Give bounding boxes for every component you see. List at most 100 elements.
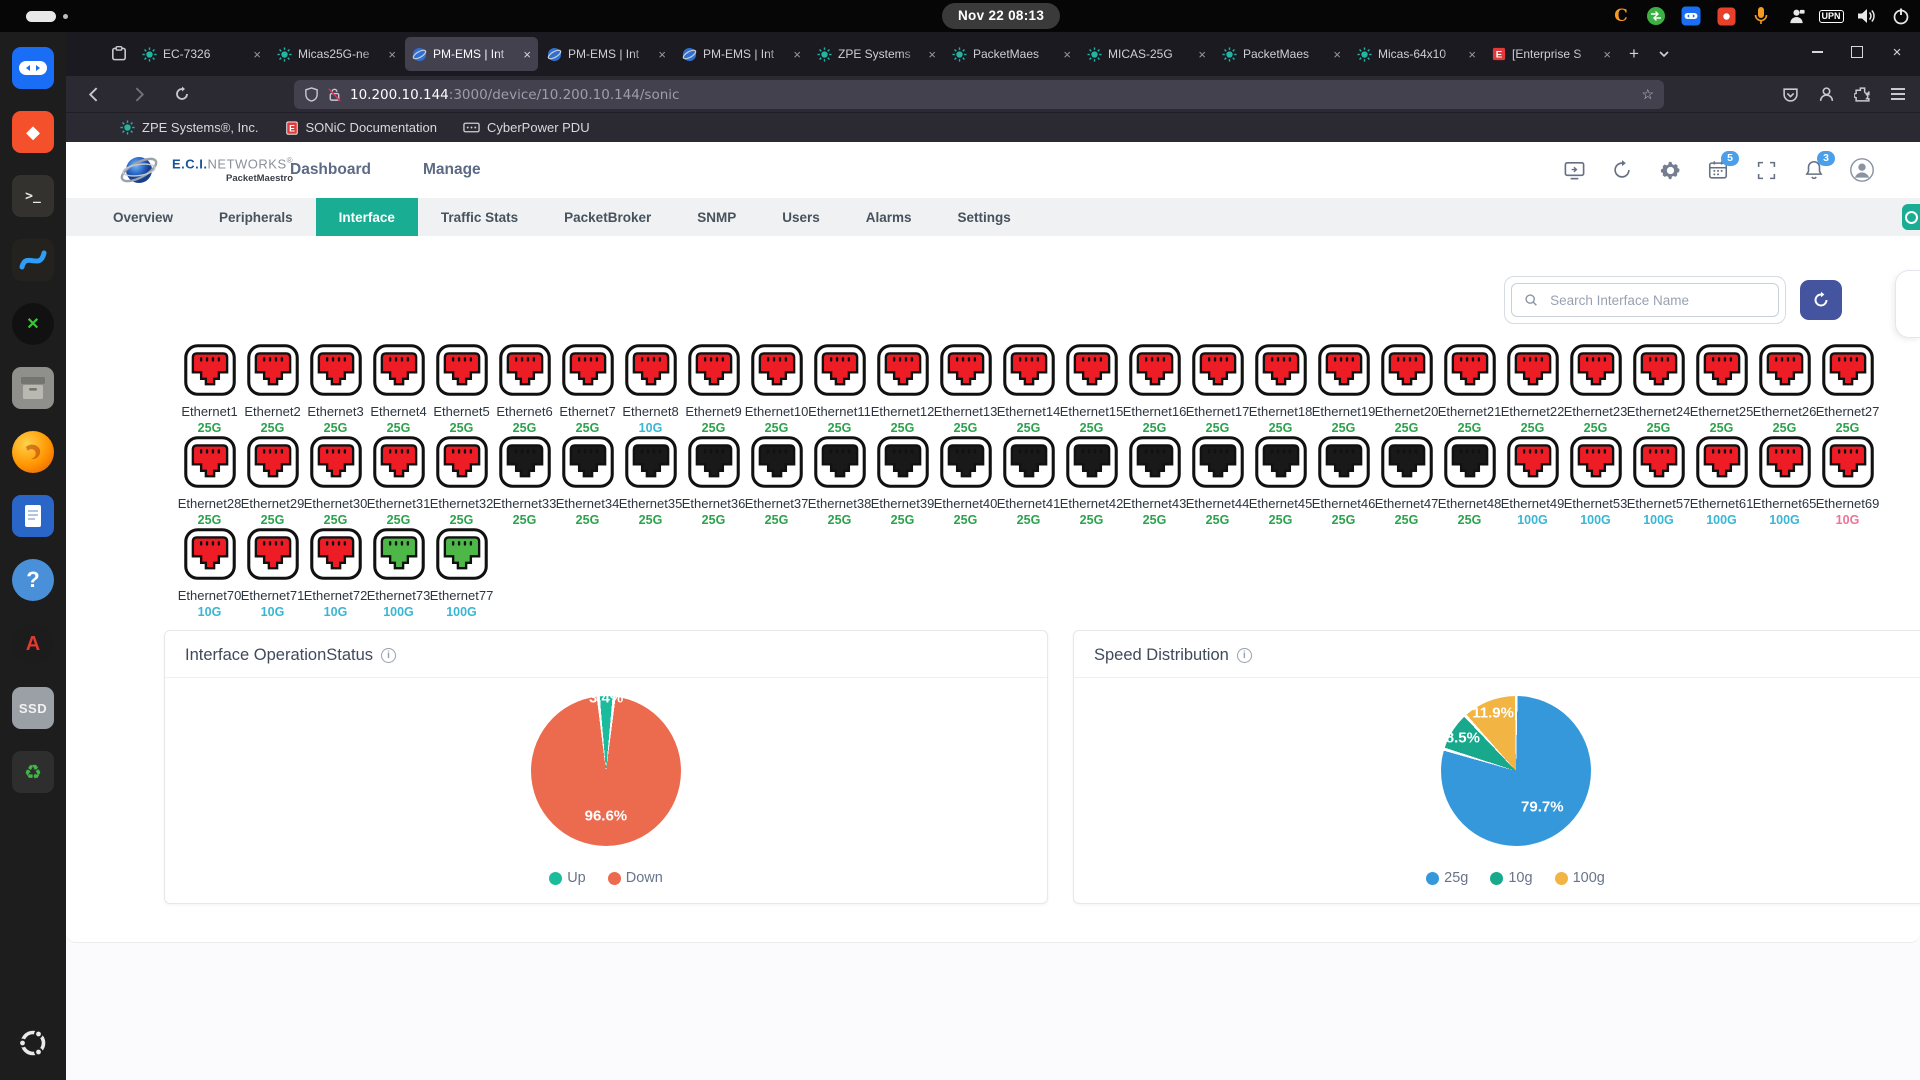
dock-item-writer[interactable]	[10, 493, 56, 539]
dock-item-ubuntu[interactable]	[10, 1020, 56, 1066]
port-ethernet14[interactable]: Ethernet1425G	[997, 344, 1060, 435]
port-ethernet10[interactable]: Ethernet1025G	[745, 344, 808, 435]
bookmark-item[interactable]: ESONiC Documentation	[285, 120, 438, 135]
port-ethernet1[interactable]: Ethernet125G	[178, 344, 241, 435]
port-ethernet32[interactable]: Ethernet3225G	[430, 436, 493, 527]
port-ethernet7[interactable]: Ethernet725G	[556, 344, 619, 435]
port-ethernet43[interactable]: Ethernet4325G	[1123, 436, 1186, 527]
port-ethernet22[interactable]: Ethernet2225G	[1501, 344, 1564, 435]
port-ethernet73[interactable]: Ethernet73100G	[367, 528, 430, 619]
legend-item-10g[interactable]: 10g	[1490, 870, 1532, 886]
port-ethernet48[interactable]: Ethernet4825G	[1438, 436, 1501, 527]
gear-icon[interactable]	[1658, 158, 1682, 182]
tab-overview[interactable]: Overview	[90, 198, 196, 236]
port-ethernet39[interactable]: Ethernet3925G	[871, 436, 934, 527]
port-ethernet37[interactable]: Ethernet3725G	[745, 436, 808, 527]
port-ethernet38[interactable]: Ethernet3825G	[808, 436, 871, 527]
account-icon[interactable]	[1812, 80, 1840, 108]
back-icon[interactable]	[80, 80, 108, 108]
tab-users[interactable]: Users	[759, 198, 843, 236]
dock-item-help[interactable]: ?	[10, 557, 56, 603]
port-ethernet8[interactable]: Ethernet810G	[619, 344, 682, 435]
tab-close-icon[interactable]: ×	[1333, 48, 1341, 61]
system-clock[interactable]: Nov 22 08:13	[942, 3, 1060, 29]
minimize-button[interactable]	[1804, 39, 1830, 65]
port-ethernet30[interactable]: Ethernet3025G	[304, 436, 367, 527]
color-c-tray-icon[interactable]: C	[1610, 5, 1632, 27]
dock-item-installer-orange[interactable]: ◆	[10, 109, 56, 155]
legend-item-up[interactable]: Up	[549, 870, 586, 886]
dock-item-teamviewer[interactable]	[10, 45, 56, 91]
avatar-icon[interactable]	[1850, 158, 1874, 182]
tab-close-icon[interactable]: ×	[523, 48, 531, 61]
power-tray-icon[interactable]	[1890, 5, 1912, 27]
activities-pill[interactable]	[26, 11, 56, 22]
port-ethernet29[interactable]: Ethernet2925G	[241, 436, 304, 527]
bookmark-item[interactable]: CyberPower PDU	[463, 120, 590, 135]
tab-peripherals[interactable]: Peripherals	[196, 198, 316, 236]
port-ethernet53[interactable]: Ethernet53100G	[1564, 436, 1627, 527]
nav-dashboard[interactable]: Dashboard	[290, 161, 371, 179]
edge-panel-handle[interactable]	[1895, 270, 1920, 338]
port-ethernet42[interactable]: Ethernet4225G	[1060, 436, 1123, 527]
dock-item-recycle[interactable]: ♻	[10, 749, 56, 795]
port-ethernet41[interactable]: Ethernet4125G	[997, 436, 1060, 527]
volume-tray-icon[interactable]	[1855, 5, 1877, 27]
browser-tab[interactable]: Micas-64x10×	[1350, 37, 1483, 71]
mic-tray-icon[interactable]	[1750, 5, 1772, 27]
tab-close-icon[interactable]: ×	[1603, 48, 1611, 61]
port-ethernet27[interactable]: Ethernet2725G	[1816, 344, 1879, 435]
port-ethernet45[interactable]: Ethernet4525G	[1249, 436, 1312, 527]
browser-tab[interactable]: PM-EMS | Int×	[675, 37, 808, 71]
port-ethernet70[interactable]: Ethernet7010G	[178, 528, 241, 619]
bell-icon[interactable]: 3	[1802, 158, 1826, 182]
bookmark-item[interactable]: ZPE Systems®, Inc.	[120, 120, 259, 135]
port-ethernet18[interactable]: Ethernet1825G	[1249, 344, 1312, 435]
browser-tab[interactable]: Micas25G-ne×	[270, 37, 403, 71]
screen-share-icon[interactable]	[1562, 158, 1586, 182]
tab-alarms[interactable]: Alarms	[843, 198, 935, 236]
extensions-puzzle-icon[interactable]	[1848, 80, 1876, 108]
port-ethernet19[interactable]: Ethernet1925G	[1312, 344, 1375, 435]
tab-close-icon[interactable]: ×	[793, 48, 801, 61]
info-icon[interactable]: i	[1237, 648, 1252, 663]
port-ethernet65[interactable]: Ethernet65100G	[1753, 436, 1816, 527]
legend-item-down[interactable]: Down	[608, 870, 663, 886]
port-ethernet20[interactable]: Ethernet2025G	[1375, 344, 1438, 435]
calendar-icon[interactable]: 5	[1706, 158, 1730, 182]
port-ethernet49[interactable]: Ethernet49100G	[1501, 436, 1564, 527]
url-bar[interactable]: 10.200.10.144:3000/device/10.200.10.144/…	[294, 80, 1664, 109]
forward-icon[interactable]	[124, 80, 152, 108]
edge-widget-button[interactable]	[1902, 204, 1920, 230]
refresh-icon[interactable]	[1610, 158, 1634, 182]
port-ethernet6[interactable]: Ethernet625G	[493, 344, 556, 435]
tab-interface[interactable]: Interface	[316, 198, 418, 236]
fullscreen-icon[interactable]	[1754, 158, 1778, 182]
port-ethernet77[interactable]: Ethernet77100G	[430, 528, 493, 619]
port-ethernet46[interactable]: Ethernet4625G	[1312, 436, 1375, 527]
port-ethernet17[interactable]: Ethernet1725G	[1186, 344, 1249, 435]
port-ethernet4[interactable]: Ethernet425G	[367, 344, 430, 435]
red-app-tray-icon[interactable]	[1715, 5, 1737, 27]
close-button[interactable]: ×	[1884, 39, 1910, 65]
search-field[interactable]	[1511, 283, 1779, 317]
port-ethernet9[interactable]: Ethernet925G	[682, 344, 745, 435]
port-ethernet23[interactable]: Ethernet2325G	[1564, 344, 1627, 435]
dock-item-terminal[interactable]: >_	[10, 173, 56, 219]
port-ethernet2[interactable]: Ethernet225G	[241, 344, 304, 435]
new-tab-button[interactable]: +	[1619, 39, 1649, 69]
port-ethernet72[interactable]: Ethernet7210G	[304, 528, 367, 619]
browser-tab[interactable]: MICAS-25G×	[1080, 37, 1213, 71]
reload-icon[interactable]	[168, 80, 196, 108]
port-ethernet57[interactable]: Ethernet57100G	[1627, 436, 1690, 527]
kbd-tray-icon[interactable]: UPN	[1820, 5, 1842, 27]
insecure-lock-icon[interactable]	[327, 87, 342, 102]
hosts-tray-icon[interactable]	[1785, 5, 1807, 27]
port-ethernet24[interactable]: Ethernet2425G	[1627, 344, 1690, 435]
refresh-interfaces-button[interactable]	[1800, 280, 1842, 320]
tab-close-icon[interactable]: ×	[928, 48, 936, 61]
net-green-tray-icon[interactable]	[1645, 5, 1667, 27]
tab-list-button[interactable]	[1649, 39, 1679, 69]
info-icon[interactable]: i	[381, 648, 396, 663]
port-ethernet40[interactable]: Ethernet4025G	[934, 436, 997, 527]
